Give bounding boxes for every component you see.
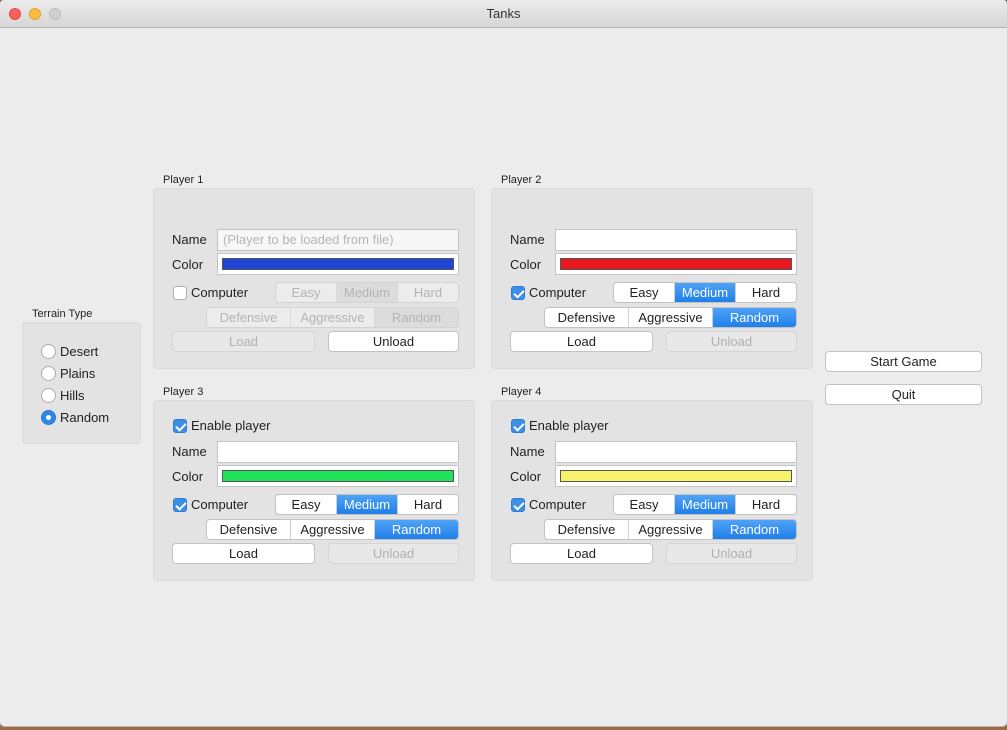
player3-difficulty-easy[interactable]: Easy — [276, 495, 336, 514]
player1-name-field[interactable]: (Player to be loaded from file) — [217, 229, 459, 251]
player1-color-label: Color — [172, 257, 204, 272]
player4-computer-label: Computer — [529, 497, 587, 512]
player3-name-field[interactable] — [217, 441, 459, 463]
player3-load-button[interactable]: Load — [172, 543, 315, 564]
checkbox[interactable] — [173, 419, 187, 433]
player4-style-defensive[interactable]: Defensive — [545, 520, 628, 539]
player4-difficulty-easy[interactable]: Easy — [614, 495, 674, 514]
player3-style-segmented[interactable]: Defensive Aggressive Random — [206, 519, 459, 540]
checkbox[interactable] — [511, 498, 525, 512]
close-window-icon[interactable] — [9, 8, 21, 20]
player2-name-label: Name — [510, 232, 545, 247]
terrain-group: Desert Plains Hills Random — [22, 322, 141, 444]
player1-difficulty-easy[interactable]: Easy — [276, 283, 336, 302]
player2-name-field[interactable] — [555, 229, 797, 251]
quit-button[interactable]: Quit — [825, 384, 982, 405]
player1-color-swatch — [222, 258, 454, 270]
radio-button[interactable] — [41, 410, 56, 425]
player1-group: Name (Player to be loaded from file) Col… — [153, 188, 475, 369]
player1-load-button[interactable]: Load — [172, 331, 315, 352]
player1-computer-label: Computer — [191, 285, 249, 300]
player3-name-label: Name — [172, 444, 207, 459]
player2-style-defensive[interactable]: Defensive — [545, 308, 628, 327]
terrain-group-title: Terrain Type — [32, 308, 93, 320]
player1-style-random[interactable]: Random — [374, 308, 458, 327]
player2-difficulty-hard[interactable]: Hard — [735, 283, 796, 302]
player2-style-segmented[interactable]: Defensive Aggressive Random — [544, 307, 797, 328]
player4-color-well[interactable] — [555, 465, 797, 487]
radio-button[interactable] — [41, 366, 56, 381]
player2-computer-label: Computer — [529, 285, 587, 300]
checkbox[interactable] — [511, 419, 525, 433]
player3-color-well[interactable] — [217, 465, 459, 487]
checkbox[interactable] — [173, 498, 187, 512]
player3-unload-button[interactable]: Unload — [328, 543, 459, 564]
start-game-button[interactable]: Start Game — [825, 351, 982, 372]
player1-color-well[interactable] — [217, 253, 459, 275]
minimize-window-icon[interactable] — [29, 8, 41, 20]
player2-style-random[interactable]: Random — [712, 308, 796, 327]
zoom-window-icon[interactable] — [49, 8, 61, 20]
player2-difficulty-medium[interactable]: Medium — [674, 283, 735, 302]
player1-style-segmented[interactable]: Defensive Aggressive Random — [206, 307, 459, 328]
player2-difficulty-segmented[interactable]: Easy Medium Hard — [613, 282, 797, 303]
player4-difficulty-segmented[interactable]: Easy Medium Hard — [613, 494, 797, 515]
title-bar: Tanks — [0, 0, 1007, 28]
player2-color-swatch — [560, 258, 792, 270]
player4-load-button[interactable]: Load — [510, 543, 653, 564]
player3-difficulty-segmented[interactable]: Easy Medium Hard — [275, 494, 459, 515]
player3-group: Enable player Name Color Computer Easy M… — [153, 400, 475, 581]
player2-group-title: Player 2 — [501, 174, 542, 186]
player2-load-button[interactable]: Load — [510, 331, 653, 352]
player4-name-field[interactable] — [555, 441, 797, 463]
player1-group-title: Player 1 — [163, 174, 204, 186]
player4-difficulty-medium[interactable]: Medium — [674, 495, 735, 514]
player4-enable-label: Enable player — [529, 418, 609, 433]
player1-name-label: Name — [172, 232, 207, 247]
radio-button[interactable] — [41, 344, 56, 359]
player2-difficulty-easy[interactable]: Easy — [614, 283, 674, 302]
terrain-random-label: Random — [60, 410, 110, 425]
player4-style-aggressive[interactable]: Aggressive — [628, 520, 712, 539]
player4-unload-button[interactable]: Unload — [666, 543, 797, 564]
player1-difficulty-hard[interactable]: Hard — [397, 283, 458, 302]
player1-difficulty-medium[interactable]: Medium — [336, 283, 397, 302]
player4-name-label: Name — [510, 444, 545, 459]
checkbox[interactable] — [173, 286, 187, 300]
terrain-desert-label: Desert — [60, 344, 99, 359]
player1-style-aggressive[interactable]: Aggressive — [290, 308, 374, 327]
player3-style-defensive[interactable]: Defensive — [207, 520, 290, 539]
player2-unload-button[interactable]: Unload — [666, 331, 797, 352]
player2-style-aggressive[interactable]: Aggressive — [628, 308, 712, 327]
player2-color-well[interactable] — [555, 253, 797, 275]
player3-computer-label: Computer — [191, 497, 249, 512]
checkbox[interactable] — [511, 286, 525, 300]
player1-style-defensive[interactable]: Defensive — [207, 308, 290, 327]
player4-style-segmented[interactable]: Defensive Aggressive Random — [544, 519, 797, 540]
window-title: Tanks — [486, 6, 521, 21]
player4-color-label: Color — [510, 469, 542, 484]
player3-group-title: Player 3 — [163, 386, 204, 398]
player3-color-swatch — [222, 470, 454, 482]
player3-color-label: Color — [172, 469, 204, 484]
player3-style-random[interactable]: Random — [374, 520, 458, 539]
player3-difficulty-medium[interactable]: Medium — [336, 495, 397, 514]
player4-color-swatch — [560, 470, 792, 482]
player3-difficulty-hard[interactable]: Hard — [397, 495, 458, 514]
terrain-hills-label: Hills — [60, 388, 85, 403]
player1-unload-button[interactable]: Unload — [328, 331, 459, 352]
main-window: Tanks Terrain Type Desert Plains Hills R… — [0, 0, 1007, 726]
radio-button[interactable] — [41, 388, 56, 403]
player1-difficulty-segmented[interactable]: Easy Medium Hard — [275, 282, 459, 303]
player4-style-random[interactable]: Random — [712, 520, 796, 539]
player2-color-label: Color — [510, 257, 542, 272]
player4-group: Enable player Name Color Computer Easy M… — [491, 400, 813, 581]
player2-group: Name Color Computer Easy Medium Hard Def… — [491, 188, 813, 369]
terrain-plains-label: Plains — [60, 366, 96, 381]
player3-enable-label: Enable player — [191, 418, 271, 433]
player3-style-aggressive[interactable]: Aggressive — [290, 520, 374, 539]
player4-group-title: Player 4 — [501, 386, 542, 398]
player4-difficulty-hard[interactable]: Hard — [735, 495, 796, 514]
